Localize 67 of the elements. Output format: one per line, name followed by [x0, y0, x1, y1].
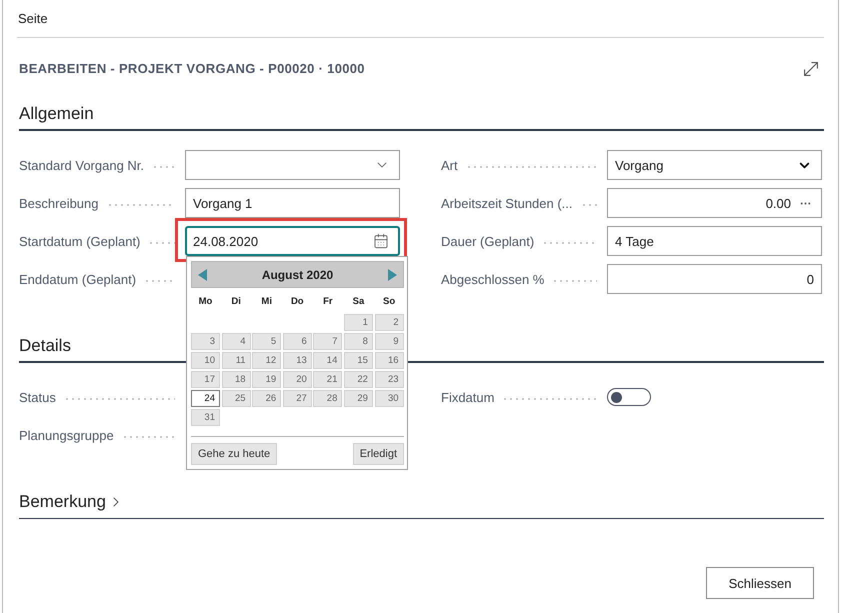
field-label: Standard Vorgang Nr.: [19, 158, 144, 172]
input-field[interactable]: Vorgang 1: [185, 188, 400, 218]
done-button[interactable]: Erledigt: [352, 443, 404, 465]
calendar-day[interactable]: 26: [252, 390, 282, 407]
field-label: Enddatum (Geplant): [19, 272, 136, 286]
field-label: Startdatum (Geplant): [19, 234, 140, 248]
go-to-today-button[interactable]: Gehe zu heute: [191, 443, 278, 465]
calendar-day[interactable]: 1: [344, 314, 373, 331]
calendar-day[interactable]: 7: [313, 333, 342, 350]
calendar-day[interactable]: 20: [282, 371, 312, 388]
calendar-day[interactable]: 25: [222, 390, 251, 407]
page-label: Seite: [17, 11, 48, 26]
section-title[interactable]: Bemerkung: [19, 492, 106, 512]
weekday-label: Mi: [260, 296, 273, 309]
calendar-day[interactable]: 30: [374, 390, 404, 407]
field-label: Abgeschlossen %: [441, 272, 544, 286]
close-button[interactable]: Schliessen: [706, 567, 814, 599]
calendar-day[interactable]: 9: [374, 333, 404, 350]
calendar-day[interactable]: 2: [374, 314, 404, 331]
calendar-day[interactable]: 19: [252, 371, 282, 388]
weekday-label: Mo: [198, 296, 214, 309]
toggle-switch[interactable]: [607, 388, 651, 406]
weekday-label: Fr: [322, 296, 334, 309]
dialog-title: BEARBEITEN - PROJEKT VORGANG - P00020 · 10000: [19, 61, 365, 76]
section-title[interactable]: Details: [19, 336, 71, 356]
calendar-day[interactable]: 10: [191, 352, 220, 369]
calendar-icon[interactable]: [373, 233, 389, 249]
section-title[interactable]: Allgemein: [19, 104, 94, 124]
weekday-label: Sa: [352, 296, 366, 309]
calendar-day[interactable]: 31: [191, 409, 220, 426]
field-label: Status: [19, 390, 56, 404]
calendar-day[interactable]: 6: [282, 333, 312, 350]
date-field[interactable]: 24.08.2020: [185, 226, 400, 256]
calendar-day[interactable]: 24: [191, 390, 220, 407]
calendar-day[interactable]: 22: [344, 371, 373, 388]
calendar-day[interactable]: 23: [374, 371, 404, 388]
field-label: Beschreibung: [19, 196, 98, 210]
field-label: Planungsgruppe: [19, 428, 114, 442]
input-field[interactable]: 0.00: [607, 188, 822, 218]
calendar-day[interactable]: 28: [313, 390, 342, 407]
calendar-day[interactable]: 8: [344, 333, 373, 350]
calendar-day[interactable]: 21: [313, 371, 342, 388]
calendar-day[interactable]: 3: [191, 333, 220, 350]
input-field[interactable]: 0: [607, 264, 822, 294]
calendar-day[interactable]: 27: [282, 390, 312, 407]
calendar-day[interactable]: 16: [374, 352, 404, 369]
calendar-day[interactable]: 15: [344, 352, 373, 369]
calendar-day[interactable]: 5: [252, 333, 282, 350]
calendar-day[interactable]: 17: [191, 371, 220, 388]
field-label: Arbeitszeit Stunden (...: [441, 196, 573, 210]
weekday-label: Do: [290, 296, 305, 309]
field-label: Fixdatum: [441, 390, 494, 404]
calendar-day[interactable]: 11: [222, 352, 251, 369]
field-label: Dauer (Geplant): [441, 234, 534, 248]
calendar-day[interactable]: 4: [222, 333, 251, 350]
calendar-day[interactable]: 14: [313, 352, 342, 369]
input-field[interactable]: 4 Tage: [607, 226, 822, 256]
weekday-label: So: [382, 296, 396, 309]
month-title: August 2020: [262, 268, 334, 282]
calendar-day[interactable]: 13: [282, 352, 312, 369]
calendar-day[interactable]: 18: [222, 371, 251, 388]
select-field[interactable]: Vorgang: [607, 150, 822, 180]
lookup-field[interactable]: [185, 150, 400, 180]
calendar-day[interactable]: 29: [344, 390, 373, 407]
calendar-day[interactable]: 12: [252, 352, 282, 369]
weekday-label: Di: [230, 296, 242, 309]
field-label: Art: [441, 158, 458, 172]
